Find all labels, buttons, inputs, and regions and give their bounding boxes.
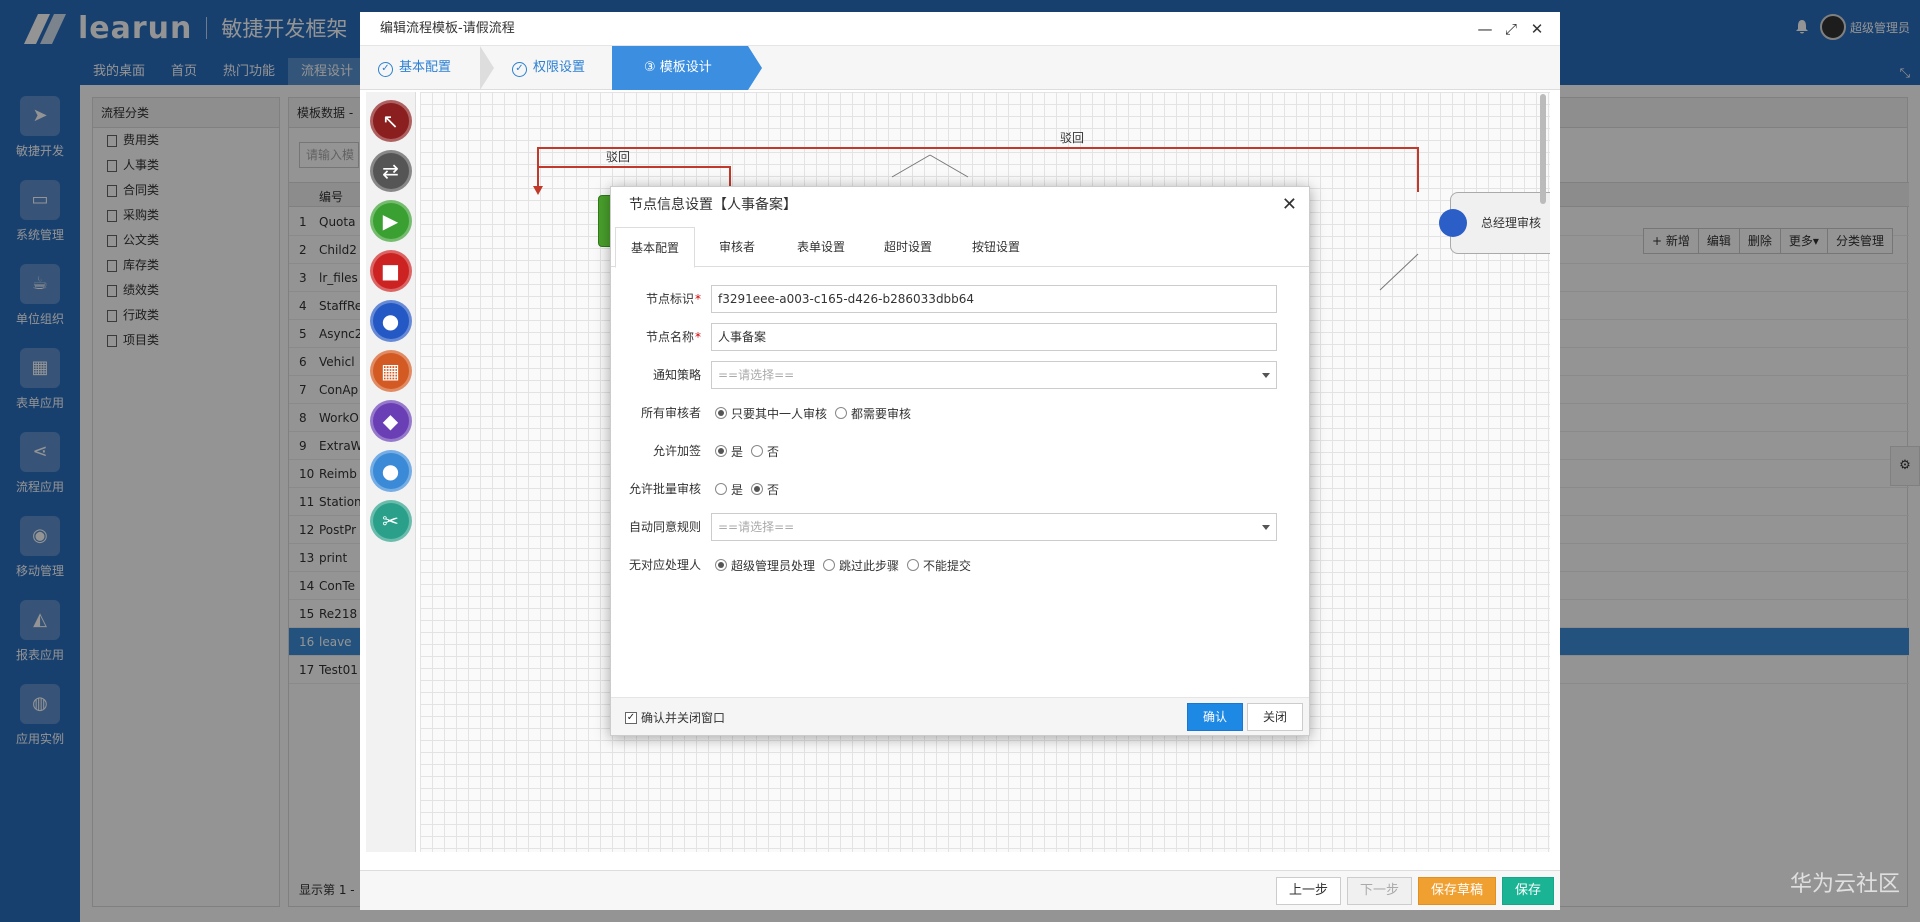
radio-admin-handle[interactable]: 超级管理员处理 [715, 557, 815, 574]
step-permission[interactable]: ✓ 权限设置 [494, 46, 612, 90]
form-row-all-reviewers: 所有审核者 只要其中一人审核 都需要审核 [611, 399, 1309, 427]
node-id-label: 节点标识* [645, 292, 701, 306]
allow-batch-radio-group: 是 否 [715, 475, 787, 503]
tab-reviewers[interactable]: 审核者 [695, 227, 779, 267]
radio-all-required[interactable]: 都需要审核 [835, 405, 911, 422]
form-row-allow-sign: 允许加签 是 否 [611, 437, 1309, 465]
node-settings-dialog: 节点信息设置【人事备案】 ✕ 基本配置 审核者 表单设置 超时设置 按钮设置 节… [610, 186, 1310, 736]
dialog-footer: ✓ 确认并关闭窗口 确认 关闭 [611, 697, 1309, 735]
subflow-tool-icon[interactable]: ▦ [369, 350, 412, 392]
start-node-tool-icon[interactable]: ▶ [369, 200, 412, 242]
dialog-title-bar: 节点信息设置【人事备案】 ✕ [611, 187, 1309, 223]
form-row-node-id: 节点标识* f3291eee-a003-c165-d426-b286033dbb… [611, 285, 1309, 313]
confirm-close-checkbox[interactable]: ✓ 确认并关闭窗口 [625, 709, 725, 726]
user-node-icon [1439, 209, 1467, 237]
all-reviewers-label: 所有审核者 [640, 406, 701, 420]
notify-label: 通知策略 [652, 368, 701, 382]
node-toolbox: ↖ ⇄ ▶ ■ ● ▦ ◆ ● ✂ [366, 92, 416, 852]
no-handler-label: 无对应处理人 [628, 558, 701, 572]
dialog-title: 节点信息设置【人事备案】 [629, 197, 797, 213]
radio-batch-yes[interactable]: 是 [715, 481, 743, 498]
reject-label: 驳回 [1060, 131, 1085, 145]
watermark: 华为云社区 [1789, 872, 1900, 897]
chevron-down-icon [1262, 525, 1270, 530]
editor-title-bar: 编辑流程模板-请假流程 — ⤢ ✕ [360, 12, 1560, 46]
radio-sign-no[interactable]: 否 [751, 443, 779, 460]
tab-basic-config[interactable]: 基本配置 [615, 227, 695, 268]
auto-agree-label: 自动同意规则 [628, 520, 701, 534]
check-circle-icon: ✓ [512, 62, 527, 77]
review-node-tool-icon[interactable]: ● [369, 450, 412, 492]
checkbox-checked-icon: ✓ [625, 711, 637, 724]
maximize-icon[interactable]: ⤢ [1498, 12, 1524, 46]
form-row-allow-batch: 允许批量审核 是 否 [611, 475, 1309, 503]
step-template-design[interactable]: ③ 模板设计 [612, 46, 748, 90]
node-name-label: 节点名称* [645, 330, 701, 344]
form-row-no-handler: 无对应处理人 超级管理员处理 跳过此步骤 不能提交 [611, 551, 1309, 579]
gm-review-node[interactable]: 总经理审核 [1439, 192, 1550, 254]
tab-timeout-settings[interactable]: 超时设置 [863, 227, 953, 267]
node-id-input[interactable]: f3291eee-a003-c165-d426-b286033dbb64 [711, 285, 1277, 313]
connector-tool-icon[interactable]: ⇄ [369, 150, 412, 192]
radio-skip-step[interactable]: 跳过此步骤 [823, 557, 899, 574]
close-icon[interactable]: ✕ [1524, 12, 1550, 46]
close-icon[interactable]: ✕ [1282, 187, 1297, 223]
minimize-icon[interactable]: — [1472, 12, 1498, 46]
merge-tool-icon[interactable]: ✂ [369, 500, 412, 542]
close-button[interactable]: 关闭 [1247, 703, 1303, 731]
step-basic-config[interactable]: ✓ 基本配置 [360, 46, 480, 90]
next-step-button[interactable]: 下一步 [1346, 877, 1412, 905]
node-name-input[interactable]: 人事备案 [711, 323, 1277, 351]
form-row-auto-agree: 自动同意规则 ==请选择== [611, 513, 1309, 541]
confirm-button[interactable]: 确认 [1187, 703, 1243, 731]
check-circle-icon: ✓ [378, 62, 393, 77]
window-controls: — ⤢ ✕ [1472, 12, 1550, 46]
tab-form-settings[interactable]: 表单设置 [779, 227, 863, 267]
no-handler-radio-group: 超级管理员处理 跳过此步骤 不能提交 [715, 551, 979, 579]
save-draft-button[interactable]: 保存草稿 [1417, 877, 1496, 905]
editor-footer-buttons: 上一步 下一步 保存草稿 保存 [1270, 877, 1554, 905]
vertical-scrollbar[interactable] [1540, 94, 1546, 204]
tab-button-settings[interactable]: 按钮设置 [953, 227, 1039, 267]
editor-footer: 上一步 下一步 保存草稿 保存 [360, 870, 1560, 910]
editor-title: 编辑流程模板-请假流程 [380, 21, 515, 36]
radio-any-one[interactable]: 只要其中一人审核 [715, 405, 827, 422]
form-row-notify: 通知策略 ==请选择== [611, 361, 1309, 389]
allow-sign-radio-group: 是 否 [715, 437, 787, 465]
condition-tool-icon[interactable]: ◆ [369, 400, 412, 442]
wizard-steps: ✓ 基本配置 ✓ 权限设置 ③ 模板设计 [360, 46, 1560, 90]
save-button[interactable]: 保存 [1501, 877, 1554, 905]
allow-batch-label: 允许批量审核 [628, 482, 701, 496]
step-number: ③ [644, 60, 656, 75]
reject-label: 驳回 [606, 150, 631, 164]
radio-batch-no[interactable]: 否 [751, 481, 779, 498]
step-separator [480, 46, 494, 90]
pointer-tool-icon[interactable]: ↖ [369, 100, 412, 142]
allow-sign-label: 允许加签 [652, 444, 701, 458]
dialog-tabs: 基本配置 审核者 表单设置 超时设置 按钮设置 [611, 227, 1309, 268]
auto-agree-select[interactable]: ==请选择== [711, 513, 1277, 541]
chevron-down-icon [1262, 373, 1270, 378]
radio-sign-yes[interactable]: 是 [715, 443, 743, 460]
step-active-arrow [748, 46, 762, 90]
end-node-tool-icon[interactable]: ■ [369, 250, 412, 292]
form-row-node-name: 节点名称* 人事备案 [611, 323, 1309, 351]
user-node-tool-icon[interactable]: ● [369, 300, 412, 342]
radio-cannot-submit[interactable]: 不能提交 [907, 557, 971, 574]
all-reviewers-radio-group: 只要其中一人审核 都需要审核 [715, 399, 919, 427]
notify-select[interactable]: ==请选择== [711, 361, 1277, 389]
prev-step-button[interactable]: 上一步 [1275, 877, 1341, 905]
